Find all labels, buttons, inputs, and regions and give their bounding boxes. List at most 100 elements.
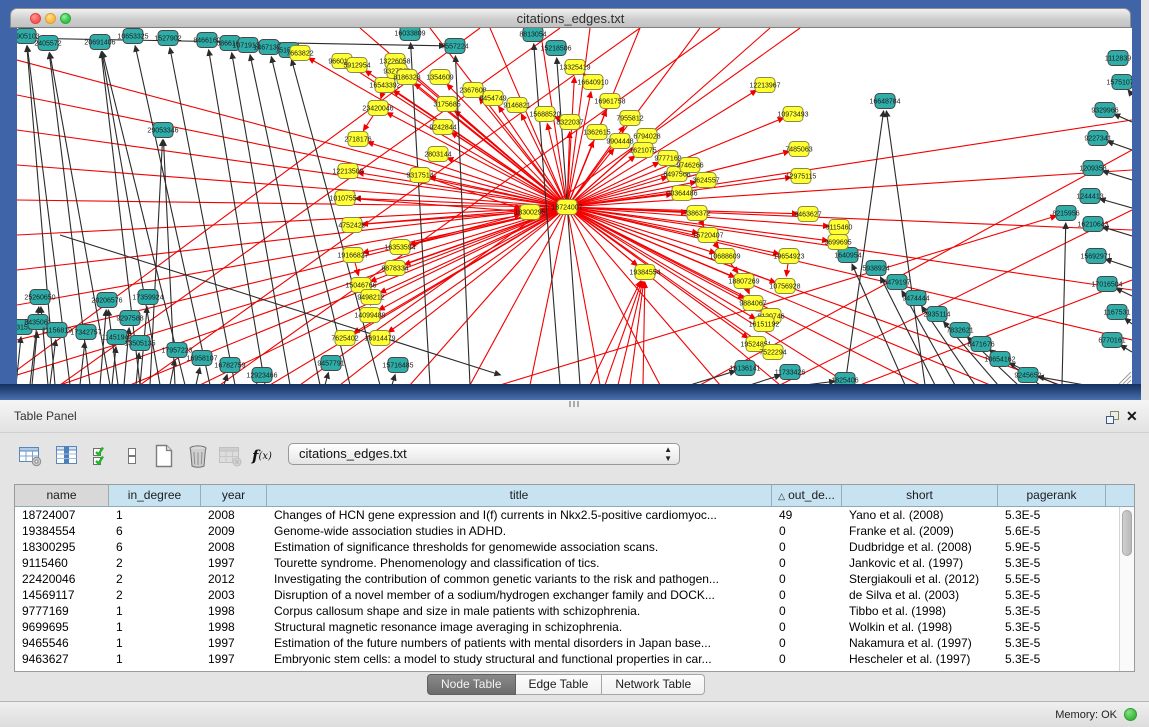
cell-short[interactable]: Dudbridge et al. (2008) [842,539,998,555]
citation-edge-black[interactable] [1105,259,1132,268]
citation-edge-black[interactable] [209,50,265,385]
float-window-icon[interactable] [1106,411,1120,424]
delete-rows-trash-icon[interactable] [184,441,212,471]
citation-edge-red[interactable] [567,177,667,207]
citation-edge-red[interactable] [567,170,1132,207]
cell-year[interactable]: 1998 [201,603,267,619]
splitter-grip[interactable] [569,401,579,407]
citation-edge-black[interactable] [1103,171,1132,180]
citation-edge-black[interactable] [196,368,200,385]
cell-name[interactable]: 14569117 [15,587,109,603]
table-row[interactable]: 911546021997Tourette syndrome. Phenomeno… [15,555,1134,571]
cell-short[interactable]: Wolkin et al. (1998) [842,619,998,635]
cell-year[interactable]: 2003 [201,587,267,603]
citation-edge-black[interactable] [1128,90,1132,95]
citation-edge-red[interactable] [220,28,720,385]
citation-edge-red[interactable] [618,282,643,385]
citation-edge-red[interactable] [643,282,645,385]
cell-title[interactable]: Tourette syndrome. Phenomenology and cla… [267,555,772,571]
table-source-combobox[interactable]: citations_edges.txt ▲▼ [288,443,680,465]
cell-name[interactable]: 9777169 [15,603,109,619]
cell-name[interactable]: 19384554 [15,523,109,539]
cell-name[interactable]: 9115460 [15,555,109,571]
cell-out-de-[interactable]: 0 [772,539,842,555]
citation-edge-black[interactable] [1100,199,1132,208]
citation-edge-black[interactable] [1062,223,1066,385]
cell-title[interactable]: Changes of HCN gene expression and I(f) … [267,507,772,523]
cell-short[interactable]: Tibbo et al. (1998) [842,603,998,619]
cell-out-de-[interactable]: 0 [772,619,842,635]
cell-pagerank[interactable]: 5.3E-5 [998,555,1106,571]
cell-in-degree[interactable]: 1 [109,619,201,635]
zoom-window-button[interactable] [60,13,71,24]
cell-out-de-[interactable]: 0 [772,571,842,587]
cell-out-de-[interactable]: 0 [772,555,842,571]
cell-in-degree[interactable]: 2 [109,571,201,587]
citation-edge-black[interactable] [1114,114,1132,122]
cell-out-de-[interactable]: 0 [772,587,842,603]
cell-name[interactable]: 9699695 [15,619,109,635]
network-canvas[interactable]: 9905103240557220691406106533251527902846… [17,28,1132,385]
cell-in-degree[interactable]: 2 [109,587,201,603]
column-header-name[interactable]: name [15,485,109,506]
citation-edge-red[interactable] [567,207,920,385]
tab-node-table[interactable]: Node Table [427,674,516,695]
citation-edge-red[interactable] [567,90,756,207]
cell-pagerank[interactable]: 5.3E-5 [998,587,1106,603]
cell-pagerank[interactable]: 5.3E-5 [998,507,1106,523]
cell-title[interactable]: Estimation of significance thresholds fo… [267,539,772,555]
cell-name[interactable]: 18724007 [15,507,109,523]
table-row[interactable]: 1938455462009Genome-wide association stu… [15,523,1134,539]
table-row[interactable]: 946362711997Embryonic stem cells: a mode… [15,651,1134,667]
citation-edge-red[interactable] [567,207,600,385]
select-columns-icon[interactable] [53,441,81,471]
cell-short[interactable]: Franke et al. (2009) [842,523,998,539]
window-titlebar[interactable]: citations_edges.txt [10,8,1131,28]
citation-edge-black[interactable] [1125,318,1132,324]
citation-edge-red[interactable] [605,281,642,385]
cell-name[interactable]: 9463627 [15,651,109,667]
cell-year[interactable]: 1997 [201,635,267,651]
citation-edge-black[interactable] [80,342,85,385]
cell-pagerank[interactable]: 5.3E-5 [998,651,1106,667]
row-height-icon[interactable] [118,441,146,471]
citation-edge-red[interactable] [860,280,1132,385]
cell-short[interactable]: Yano et al. (2008) [842,507,998,523]
citation-edge-black[interactable] [17,337,21,385]
table-settings-icon[interactable] [16,441,44,471]
column-header-pagerank[interactable]: pagerank [998,485,1106,506]
cell-in-degree[interactable]: 6 [109,523,201,539]
cell-pagerank[interactable]: 5.6E-5 [998,523,1106,539]
citation-edge-red[interactable] [567,207,660,385]
cell-in-degree[interactable]: 1 [109,603,201,619]
citation-edge-black[interactable] [60,235,500,375]
cell-pagerank[interactable]: 5.9E-5 [998,539,1106,555]
tab-network-table[interactable]: Network Table [602,674,705,695]
table-row[interactable]: 1872400712008Changes of HCN gene express… [15,507,1134,523]
cell-title[interactable]: Disruption of a novel member of a sodium… [267,587,772,603]
cell-name[interactable]: 22420046 [15,571,109,587]
cell-year[interactable]: 1997 [201,651,267,667]
column-header-out-de-[interactable]: △out_de... [772,485,842,506]
cell-name[interactable]: 18300295 [15,539,109,555]
citation-edge-black[interactable] [690,371,735,385]
function-builder-fx-icon[interactable]: f(x) [248,441,276,471]
cell-title[interactable]: Structural magnetic resonance image aver… [267,619,772,635]
citation-edge-red[interactable] [17,207,567,235]
cell-year[interactable]: 1998 [201,619,267,635]
citation-edge-red[interactable] [410,207,567,385]
column-header-short[interactable]: short [842,485,998,506]
minimize-window-button[interactable] [45,13,56,24]
table-row[interactable]: 977716911998Corpus callosum shape and si… [15,603,1134,619]
cell-pagerank[interactable]: 5.3E-5 [998,619,1106,635]
cell-year[interactable]: 2009 [201,523,267,539]
cell-title[interactable]: Investigating the contribution of common… [267,571,772,587]
table-row[interactable]: 1456911722003Disruption of a novel membe… [15,587,1134,603]
cell-year[interactable]: 2008 [201,507,267,523]
cell-short[interactable]: de Silva et al. (2003) [842,587,998,603]
cell-pagerank[interactable]: 5.3E-5 [998,603,1106,619]
column-header-in-degree[interactable]: in_degree [109,485,201,506]
cell-short[interactable]: Nakamura et al. (1997) [842,635,998,651]
cell-in-degree[interactable]: 6 [109,539,201,555]
cell-pagerank[interactable]: 5.3E-5 [998,635,1106,651]
